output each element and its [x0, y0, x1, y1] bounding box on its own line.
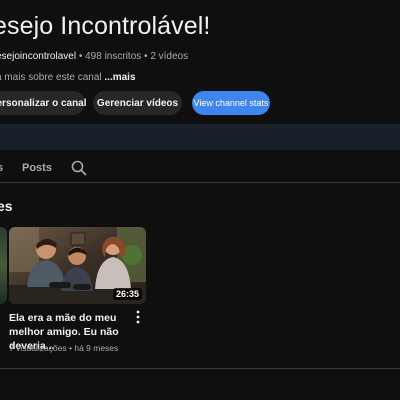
banner-strip [0, 124, 400, 150]
previous-video-thumbnail[interactable] [0, 227, 7, 304]
tab-partial[interactable]: s [0, 162, 3, 174]
video-duration: 26:35 [112, 288, 142, 300]
view-channel-stats-button[interactable]: View channel stats [192, 91, 270, 115]
channel-meta: esejoincontrolavel • 498 inscritos • 2 v… [0, 51, 188, 62]
channel-title: esejo Incontrolável! [0, 12, 211, 40]
channel-tabs: s Posts [0, 150, 400, 183]
more-vert-icon[interactable] [133, 309, 143, 325]
search-icon[interactable] [71, 160, 87, 176]
customize-channel-button[interactable]: ersonalizar o canal [0, 91, 87, 115]
video-meta: 7 visualizações • há 9 meses [9, 343, 119, 353]
video-thumbnail[interactable]: 26:35 [9, 227, 146, 304]
channel-about[interactable]: a mais sobre este canal ...mais [0, 72, 136, 83]
tab-posts[interactable]: Posts [22, 162, 52, 174]
manage-videos-button[interactable]: Gerenciar vídeos [93, 91, 182, 115]
channel-page: esejo Incontrolável! esejoincontrolavel … [0, 0, 400, 400]
divider [0, 368, 400, 369]
about-more-link[interactable]: ...mais [104, 72, 135, 83]
about-text: a mais sobre este canal [0, 72, 105, 83]
channel-handle: esejoincontrolavel [0, 51, 77, 62]
section-title: es [0, 198, 13, 214]
channel-stats: • 498 inscritos • 2 vídeos [76, 51, 189, 62]
